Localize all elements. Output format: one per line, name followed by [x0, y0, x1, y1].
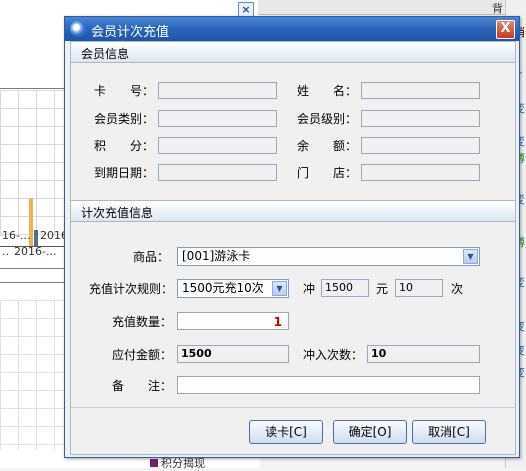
ok-button[interactable]: 确定[O]: [333, 420, 407, 444]
member-type-field[interactable]: [158, 110, 277, 127]
chong-label: 冲: [303, 282, 316, 296]
rule-select-value: 1500元充10次: [182, 281, 264, 295]
member-info-title: 会员信息: [81, 47, 130, 61]
yuan-label: 元: [376, 282, 389, 296]
member-info-header: 会员信息: [71, 42, 515, 63]
remark-input[interactable]: [177, 376, 480, 394]
points-field[interactable]: [158, 137, 277, 154]
qty-value: 1: [273, 315, 282, 329]
card-no-field[interactable]: [158, 82, 277, 99]
card-no-label: 卡 号：: [94, 84, 155, 98]
expiry-label: 到期日期：: [94, 166, 155, 180]
product-label: 商品：: [133, 250, 170, 264]
remark-label: 备 注：: [112, 379, 173, 393]
close-button[interactable]: X: [496, 20, 515, 39]
name-label: 姓 名：: [297, 84, 358, 98]
payable-field[interactable]: 1500: [177, 345, 289, 363]
background-tick-label: 2016-...: [14, 245, 57, 258]
background-right-header: [258, 0, 506, 15]
name-field[interactable]: [361, 82, 480, 99]
button-separator: [71, 407, 515, 408]
chevron-down-icon[interactable]: ▼: [463, 249, 478, 264]
background-tick-label: ..: [2, 245, 9, 258]
recharge-info-header: 计次充值信息: [71, 200, 515, 222]
rule-times-field[interactable]: 10: [395, 279, 443, 297]
legend-text: 积分揭现: [161, 457, 205, 470]
cancel-button[interactable]: 取消[C]: [412, 420, 486, 444]
rule-amount-field[interactable]: 1500: [321, 279, 369, 297]
rule-select[interactable]: 1500元充10次 ▼: [177, 279, 289, 298]
store-field[interactable]: [361, 164, 480, 181]
app-logo-icon: [70, 21, 86, 37]
charge-times-label: 冲入次数：: [303, 348, 364, 362]
ci-label: 次: [451, 282, 464, 296]
recharge-info-title: 计次充值信息: [81, 206, 154, 220]
member-level-field[interactable]: [361, 110, 480, 127]
qty-input[interactable]: 1: [177, 312, 289, 330]
qty-label: 充值数量：: [112, 315, 173, 329]
recharge-dialog: 会员计次充值 X 会员信息 卡 号： 姓 名： 会员类别： 会员级别： 积 分：…: [64, 16, 520, 458]
product-select-value: [001]游泳卡: [182, 249, 251, 263]
dialog-titlebar[interactable]: 会员计次充值 X: [65, 17, 519, 41]
balance-label: 余 额：: [297, 139, 358, 153]
balance-field[interactable]: [361, 137, 480, 154]
payable-label: 应付金额：: [112, 348, 173, 362]
background-right-top-label: 背: [492, 2, 503, 15]
background-close-icon[interactable]: ×: [238, 2, 254, 17]
background-tick-label: 16-...: [2, 229, 31, 242]
legend-swatch: [150, 459, 158, 467]
member-type-label: 会员类别：: [94, 112, 155, 126]
store-label: 门 店：: [297, 166, 358, 180]
chevron-down-icon[interactable]: ▼: [272, 281, 287, 296]
read-card-button[interactable]: 读卡[C]: [249, 420, 323, 444]
product-select[interactable]: [001]游泳卡 ▼: [177, 247, 480, 266]
dialog-content: 会员信息 卡 号： 姓 名： 会员类别： 会员级别： 积 分： 余 额： 到期日…: [70, 41, 516, 455]
expiry-field[interactable]: [158, 164, 277, 181]
dialog-title: 会员计次充值: [91, 25, 170, 40]
background-chart-bar: [34, 230, 38, 246]
member-level-label: 会员级别：: [297, 112, 358, 126]
rule-label: 充值计次规则：: [89, 282, 174, 296]
charge-times-field[interactable]: 10: [367, 345, 480, 363]
points-label: 积 分：: [94, 139, 155, 153]
